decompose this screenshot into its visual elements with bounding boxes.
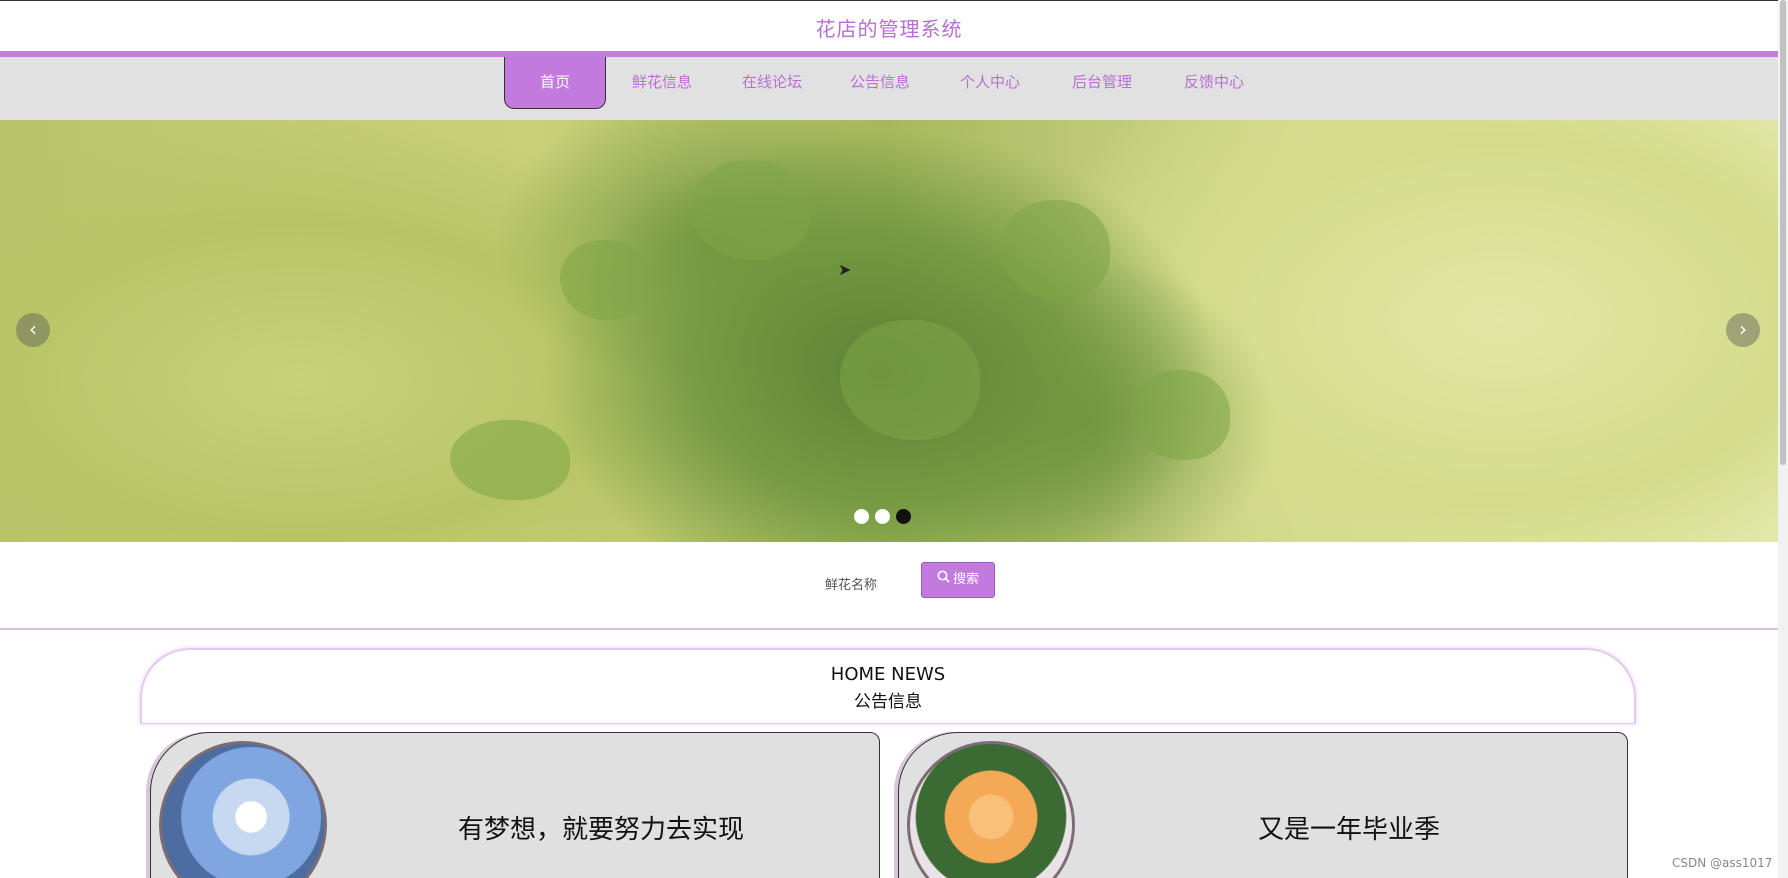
nav-item-announcements[interactable]: 公告信息 — [826, 57, 934, 109]
nav-item-admin[interactable]: 后台管理 — [1046, 57, 1158, 109]
banner-image-detail — [840, 320, 980, 440]
carousel-dot-2[interactable] — [875, 509, 890, 524]
news-card-title: 有梦想，就要努力去实现 — [457, 815, 744, 845]
page: 花店的管理系统 首页 鲜花信息 在线论坛 公告信息 个人中心 后台管理 反馈中心… — [0, 0, 1788, 878]
banner-image-detail — [1000, 200, 1110, 300]
scrollbar-thumb[interactable] — [1780, 0, 1786, 465]
news-section-header: HOME NEWS 公告信息 — [140, 648, 1636, 724]
banner-image-detail — [560, 240, 650, 320]
news-title-en: HOME NEWS — [830, 664, 946, 685]
nav-item-home[interactable]: 首页 — [504, 57, 606, 109]
main-nav: 首页 鲜花信息 在线论坛 公告信息 个人中心 后台管理 反馈中心 — [0, 57, 1778, 120]
banner-image-detail — [690, 160, 810, 260]
search-icon — [937, 563, 950, 597]
site-title: 花店的管理系统 — [815, 17, 963, 41]
mouse-cursor-icon: ➤ — [838, 260, 852, 279]
chevron-left-icon[interactable]: ‹ — [16, 313, 50, 347]
carousel-dot-1[interactable] — [854, 509, 869, 524]
chevron-right-icon[interactable]: › — [1726, 313, 1760, 347]
news-title-cn: 公告信息 — [854, 692, 922, 712]
nav-item-forum[interactable]: 在线论坛 — [718, 57, 826, 109]
watermark: CSDN @ass1017 — [1672, 856, 1773, 870]
nav-item-personal-center[interactable]: 个人中心 — [934, 57, 1046, 109]
banner-carousel: ➤ ‹ › — [0, 120, 1778, 542]
news-card[interactable]: 有梦想，就要努力去实现 — [150, 732, 880, 878]
header: 花店的管理系统 — [0, 0, 1778, 52]
carousel-dot-3[interactable] — [896, 509, 911, 524]
nav-list: 首页 鲜花信息 在线论坛 公告信息 个人中心 后台管理 反馈中心 — [504, 57, 1270, 109]
search-bar: 鲜花名称 搜索 — [0, 542, 1778, 630]
nav-item-feedback[interactable]: 反馈中心 — [1158, 57, 1270, 109]
news-card[interactable]: 又是一年毕业季 — [898, 732, 1628, 878]
search-button-label: 搜索 — [952, 572, 979, 587]
banner-image-detail — [450, 420, 570, 500]
search-button[interactable]: 搜索 — [921, 562, 995, 598]
banner-image-detail — [1130, 370, 1230, 460]
search-divider — [0, 628, 1778, 630]
nav-item-flower-info[interactable]: 鲜花信息 — [606, 57, 718, 109]
search-label: 鲜花名称 — [825, 578, 878, 593]
news-card-image — [159, 741, 327, 878]
carousel-indicators — [854, 509, 911, 524]
news-card-title: 又是一年毕业季 — [1257, 815, 1440, 845]
news-card-image — [907, 741, 1075, 878]
